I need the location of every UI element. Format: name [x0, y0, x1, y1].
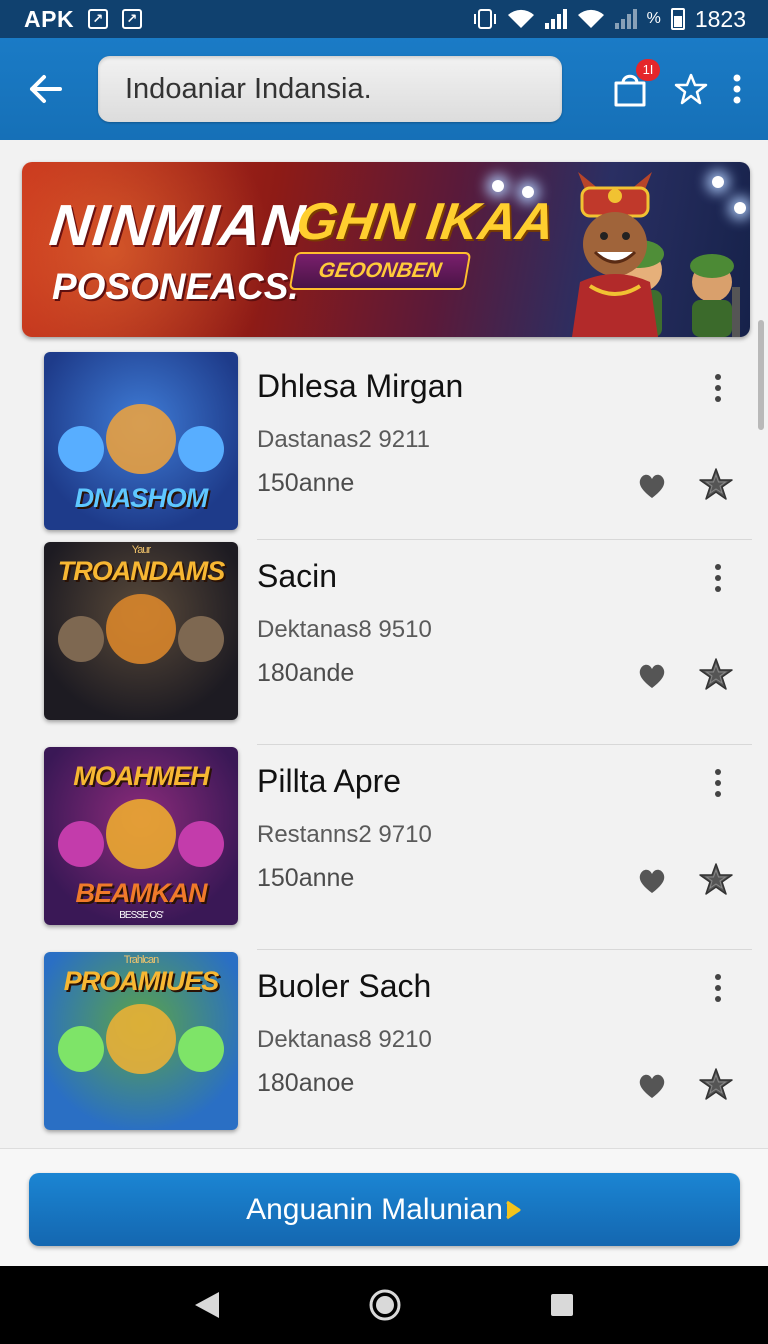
- status-time: 1823: [694, 5, 746, 32]
- list-item[interactable]: Trahlcan PROAMIUES Buoler Sach Dektanas8…: [0, 950, 752, 1148]
- more-vertical-icon[interactable]: [706, 372, 730, 404]
- banner-title: NINMIAN: [46, 193, 309, 258]
- battery-icon: [670, 8, 685, 30]
- thumbnail-title: DNASHOM: [74, 483, 209, 513]
- wifi-full-icon: [577, 9, 604, 28]
- image-icon: ↗: [122, 9, 143, 29]
- thumbnail-title: MOAHMEH: [73, 761, 210, 791]
- thumbnail-character: [58, 426, 104, 472]
- more-vertical-icon[interactable]: [706, 562, 730, 594]
- star-icon[interactable]: [698, 656, 734, 692]
- thumbnail-character: [178, 821, 224, 867]
- scrollbar[interactable]: [758, 320, 764, 430]
- content-area: NINMIAN GHN IKAA POSONEACS. GEOONBEN DNA…: [0, 140, 768, 1148]
- primary-action-button[interactable]: Anguanin Malunian: [29, 1173, 740, 1246]
- item-meta: 150anne: [257, 864, 355, 892]
- wifi-icon: [507, 9, 534, 28]
- thumbnail-character: [106, 1004, 176, 1074]
- item-title[interactable]: Dhlesa Mirgan: [257, 368, 463, 405]
- promo-banner[interactable]: NINMIAN GHN IKAA POSONEACS. GEOONBEN: [22, 162, 750, 337]
- thumbnail-caption: BESSE OS': [119, 910, 164, 921]
- item-subtitle: Restanns2 9710: [257, 821, 432, 848]
- heart-icon[interactable]: [636, 1069, 668, 1101]
- item-subtitle: Dektanas8 9510: [257, 616, 432, 643]
- banner-subtitle: POSONEACS.: [52, 266, 299, 307]
- thumbnail-character: [58, 1026, 104, 1072]
- thumbnail-title: PROAMIUES: [63, 966, 220, 996]
- bag-button[interactable]: 1I: [610, 59, 660, 109]
- back-button[interactable]: [0, 38, 90, 140]
- more-vertical-icon[interactable]: [706, 972, 730, 1004]
- banner-mascot-illustration: [572, 172, 658, 337]
- download-icon: ↗: [88, 9, 109, 29]
- thumbnail-character: [106, 404, 176, 474]
- item-title[interactable]: Buoler Sach: [257, 968, 431, 1005]
- nav-back-icon[interactable]: [193, 1290, 221, 1320]
- list-item[interactable]: MOAHMEH BEAMKAN BESSE OS' Pillta Apre Re…: [0, 745, 752, 950]
- thumbnail-character: [178, 1026, 224, 1072]
- thumbnail-subtitle: BEAMKAN: [75, 878, 208, 908]
- item-subtitle: Dastanas2 9211: [257, 426, 431, 453]
- nav-home-icon[interactable]: [368, 1288, 402, 1322]
- thumbnail-character: [106, 594, 176, 664]
- item-thumbnail[interactable]: Trahlcan PROAMIUES: [44, 952, 238, 1130]
- item-meta: 180anoe: [257, 1069, 355, 1097]
- vibrate-icon: [473, 9, 496, 29]
- item-title[interactable]: Sacin: [257, 558, 337, 595]
- percent-icon: %: [646, 10, 661, 27]
- item-thumbnail[interactable]: Yaur TROANDAMS: [44, 542, 238, 720]
- thumbnail-character: [178, 426, 224, 472]
- item-list: DNASHOM Dhlesa Mirgan Dastanas2 9211 150…: [0, 350, 752, 1148]
- thumbnail-character: [58, 821, 104, 867]
- thumbnail-small-text: Yaur: [131, 544, 151, 556]
- star-icon[interactable]: [698, 861, 734, 897]
- list-item[interactable]: DNASHOM Dhlesa Mirgan Dastanas2 9211 150…: [0, 350, 752, 540]
- search-input[interactable]: Indoaniar Indansia.: [98, 56, 562, 122]
- list-item[interactable]: Yaur TROANDAMS Sacin Dektanas8 9510 180a…: [0, 540, 752, 745]
- item-thumbnail[interactable]: DNASHOM: [44, 352, 238, 530]
- item-meta: 150anne: [257, 469, 355, 497]
- system-nav-bar: [0, 1266, 768, 1344]
- more-vertical-icon[interactable]: [732, 74, 742, 104]
- notification-badge: 1I: [636, 59, 660, 81]
- thumbnail-character: [178, 616, 224, 662]
- app-bar: Indoaniar Indansia. 1I: [0, 38, 768, 140]
- star-icon[interactable]: [698, 466, 734, 502]
- item-thumbnail[interactable]: MOAHMEH BEAMKAN BESSE OS': [44, 747, 238, 925]
- item-title[interactable]: Pillta Apre: [257, 763, 401, 800]
- search-value: Indoaniar Indansia.: [125, 72, 372, 105]
- thumbnail-small-text: Trahlcan: [123, 954, 159, 966]
- primary-action-label: Anguanin Malunian: [246, 1192, 503, 1226]
- banner-pill: GEOONBEN: [288, 252, 472, 290]
- star-icon[interactable]: [698, 1066, 734, 1102]
- item-meta: 180ande: [257, 659, 355, 687]
- item-subtitle: Dektanas8 9210: [257, 1026, 432, 1053]
- status-bar: APK ↗ ↗ % 1823: [0, 0, 768, 38]
- thumbnail-character: [106, 799, 176, 869]
- signal-icon: [544, 9, 567, 29]
- thumbnail-character: [58, 616, 104, 662]
- nav-recents-icon[interactable]: [549, 1292, 575, 1318]
- signal-weak-icon: [614, 9, 637, 29]
- heart-icon[interactable]: [636, 469, 668, 501]
- arrow-left-icon: [30, 75, 62, 103]
- more-vertical-icon[interactable]: [706, 767, 730, 799]
- star-outline-icon[interactable]: [674, 72, 708, 106]
- heart-icon[interactable]: [636, 864, 668, 896]
- bottom-action-area: Anguanin Malunian: [0, 1148, 768, 1266]
- arrow-right-icon: [506, 1200, 521, 1219]
- heart-icon[interactable]: [636, 659, 668, 691]
- status-carrier: APK: [24, 5, 75, 32]
- thumbnail-title: TROANDAMS: [57, 556, 226, 586]
